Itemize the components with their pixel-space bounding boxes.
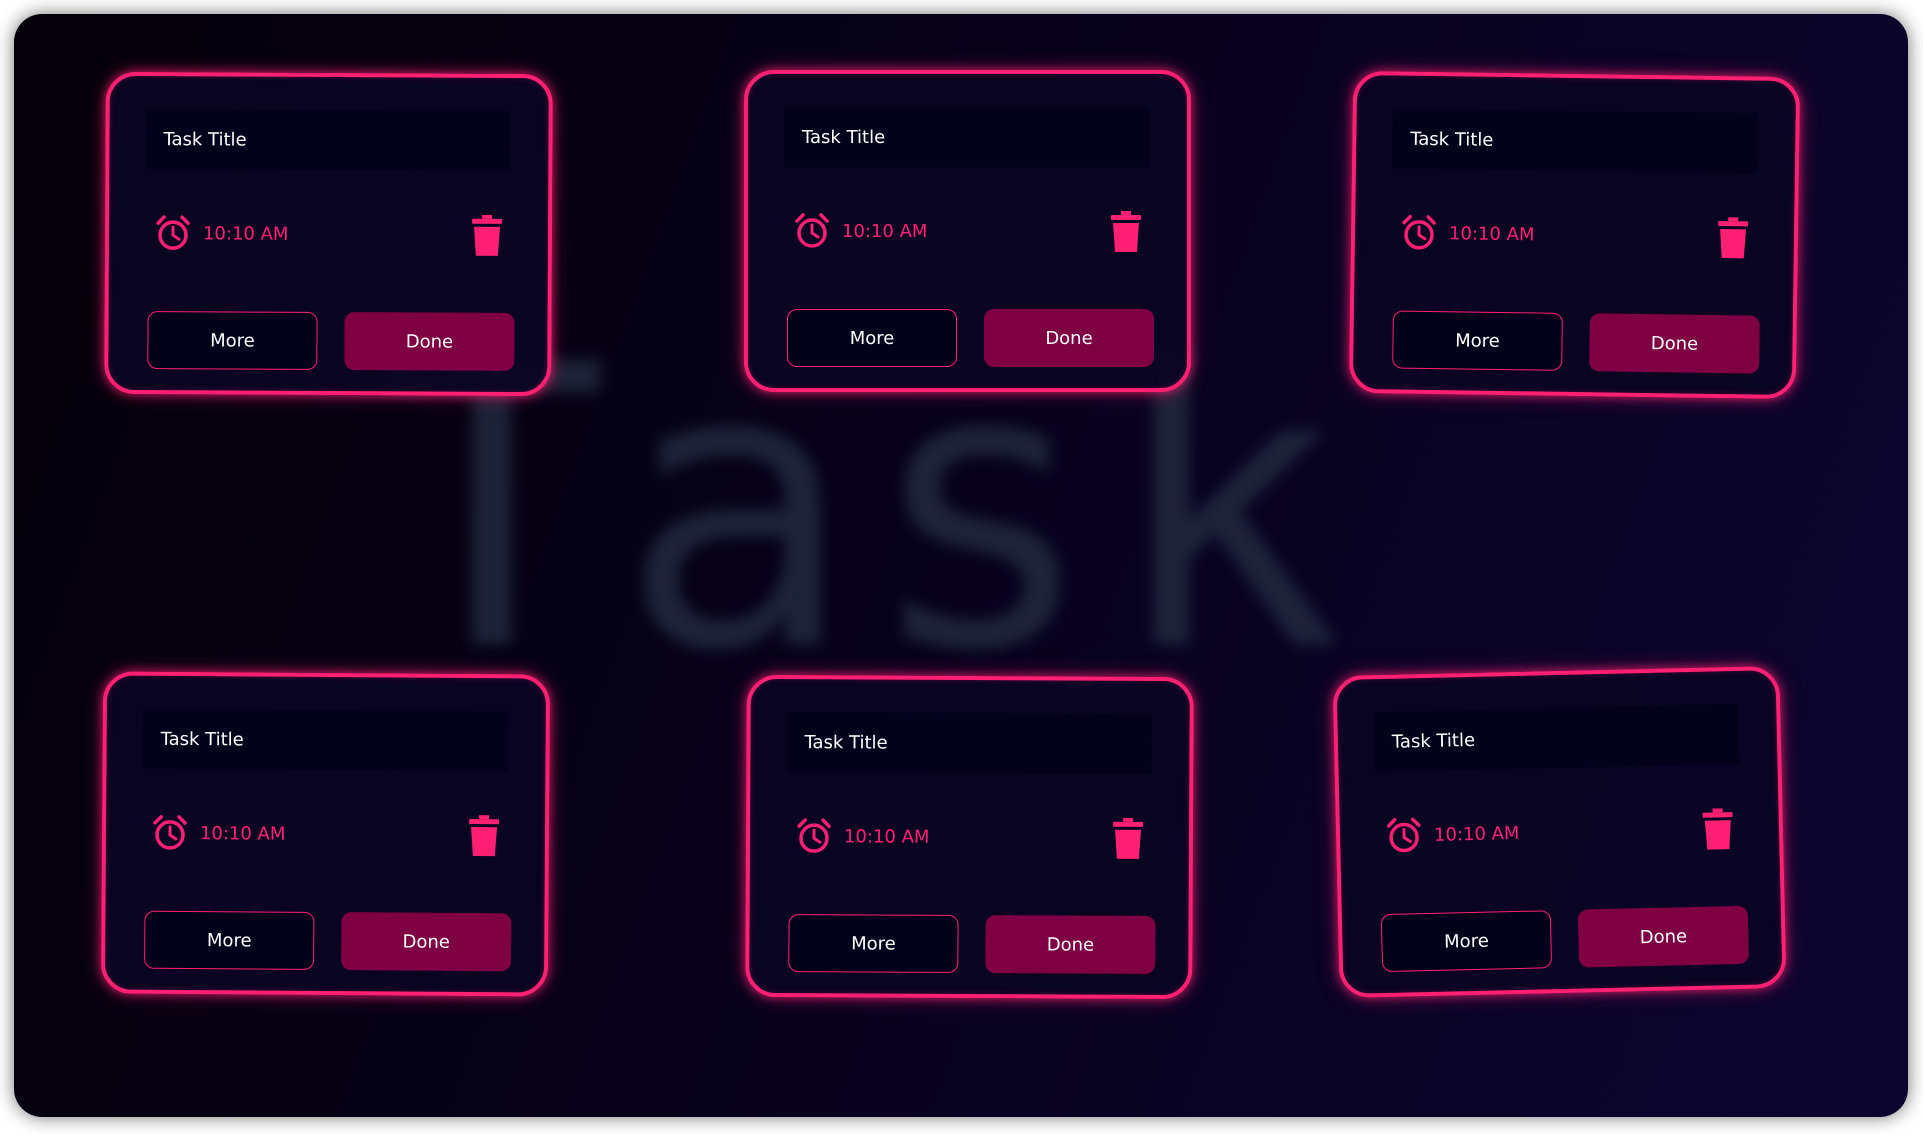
alarm-clock-icon — [1402, 214, 1436, 250]
trash-icon[interactable] — [1716, 217, 1751, 259]
task-title-field[interactable]: Task Title — [142, 708, 508, 772]
more-button[interactable]: More — [787, 309, 957, 367]
task-title-field[interactable]: Task Title — [784, 107, 1149, 167]
done-button[interactable]: Done — [344, 312, 515, 371]
more-button[interactable]: More — [788, 914, 959, 973]
reminder-time: 10:10 AM — [1448, 222, 1535, 245]
done-button[interactable]: Done — [1589, 313, 1760, 374]
more-button[interactable]: More — [144, 910, 315, 970]
trash-icon[interactable] — [1109, 211, 1143, 253]
task-card: Task Title 10:10 AM More Done — [104, 71, 553, 397]
reminder-row: 10:10 AM — [1399, 213, 1535, 255]
task-card: Task Title 10:10 AM More Done — [1332, 665, 1787, 999]
trash-icon[interactable] — [467, 815, 501, 857]
task-title-field[interactable]: Task Title — [786, 712, 1152, 774]
reminder-time: 10:10 AM — [199, 822, 286, 845]
more-button[interactable]: More — [147, 311, 318, 370]
reminder-row: 10:10 AM — [150, 813, 286, 854]
task-card: Task Title 10:10 AM More Done — [745, 674, 1194, 1000]
reminder-time: 10:10 AM — [843, 825, 930, 848]
trash-icon[interactable] — [1701, 808, 1736, 851]
reminder-row: 10:10 AM — [794, 816, 930, 857]
more-button[interactable]: More — [1392, 310, 1563, 371]
done-button[interactable]: Done — [1577, 905, 1750, 968]
more-button[interactable]: More — [1380, 910, 1553, 973]
reminder-row: 10:10 AM — [1384, 813, 1520, 856]
task-title-field[interactable]: Task Title — [145, 109, 511, 171]
reminder-time: 10:10 AM — [202, 222, 289, 245]
task-card: Task Title 10:10 AM More Done — [744, 70, 1191, 392]
reminder-row: 10:10 AM — [792, 211, 927, 251]
task-title-field[interactable]: Task Title — [1391, 108, 1758, 174]
done-button[interactable]: Done — [985, 915, 1156, 974]
trash-icon[interactable] — [1111, 817, 1145, 860]
trash-icon[interactable] — [470, 214, 504, 257]
alarm-clock-icon — [153, 815, 187, 850]
alarm-clock-icon — [795, 213, 829, 248]
task-card: Task Title 10:10 AM More Done — [1348, 70, 1801, 400]
done-button[interactable]: Done — [984, 309, 1154, 367]
alarm-clock-icon — [797, 818, 831, 853]
reminder-time: 10:10 AM — [1433, 822, 1520, 846]
alarm-clock-icon — [1387, 817, 1421, 853]
reminder-time: 10:10 AM — [842, 220, 928, 242]
canvas: Task Task Title 10:10 AM More Done Task … — [14, 14, 1908, 1117]
reminder-row: 10:10 AM — [153, 213, 289, 254]
done-button[interactable]: Done — [341, 912, 512, 972]
task-card: Task Title 10:10 AM More Done — [100, 671, 551, 997]
task-title-field[interactable]: Task Title — [1373, 703, 1740, 773]
alarm-clock-icon — [156, 215, 190, 250]
